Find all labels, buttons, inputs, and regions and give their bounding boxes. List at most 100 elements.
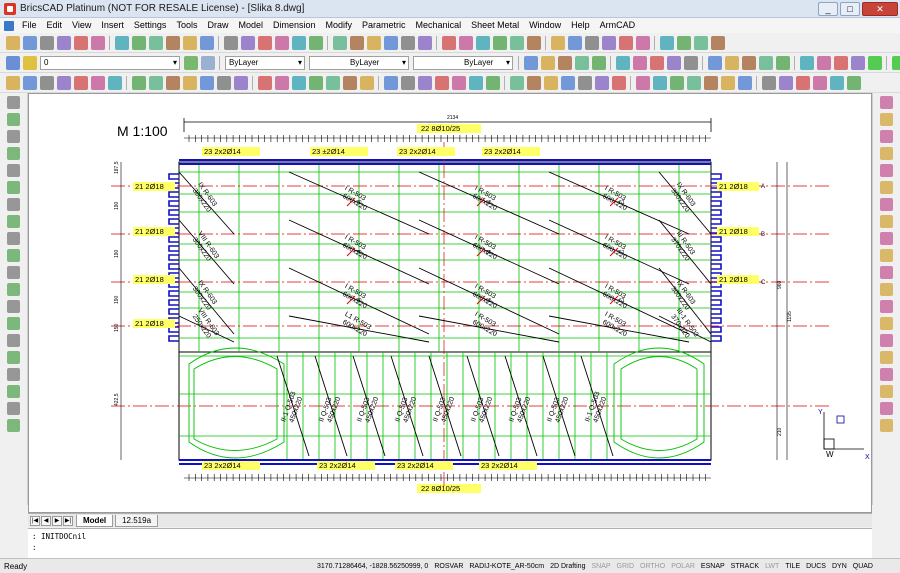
copy-icon[interactable] bbox=[90, 35, 105, 50]
status-toggle-rosvar[interactable]: ROSVAR bbox=[431, 563, 466, 570]
paste-icon[interactable] bbox=[829, 75, 844, 90]
zoom-icon[interactable] bbox=[7, 198, 20, 211]
print-icon[interactable] bbox=[417, 75, 432, 90]
zoom-icon[interactable] bbox=[526, 35, 541, 50]
undo-icon[interactable] bbox=[485, 75, 500, 90]
save-icon[interactable] bbox=[761, 75, 776, 90]
arc-icon[interactable] bbox=[257, 75, 272, 90]
menu-draw[interactable]: Draw bbox=[202, 18, 233, 33]
move-icon[interactable] bbox=[652, 75, 667, 90]
pan-icon[interactable] bbox=[880, 215, 893, 228]
linetype-combo[interactable]: ByLayer bbox=[309, 55, 409, 70]
line-icon[interactable] bbox=[216, 75, 231, 90]
move-icon[interactable] bbox=[291, 75, 306, 90]
open-icon[interactable] bbox=[816, 55, 831, 70]
copy-icon[interactable] bbox=[7, 130, 20, 143]
undo-icon[interactable] bbox=[492, 35, 507, 50]
copy-icon[interactable] bbox=[523, 55, 538, 70]
menu-view[interactable]: View bbox=[67, 18, 96, 33]
layer-icon[interactable] bbox=[880, 232, 893, 245]
arc-icon[interactable] bbox=[683, 55, 698, 70]
tab-layout[interactable]: 12.519a bbox=[115, 514, 159, 527]
zoom-icon[interactable] bbox=[165, 75, 180, 90]
menu-parametric[interactable]: Parametric bbox=[357, 18, 411, 33]
minimize-button[interactable]: _ bbox=[818, 2, 838, 16]
circle-icon[interactable] bbox=[233, 75, 248, 90]
menu-file[interactable]: File bbox=[17, 18, 42, 33]
menu-window[interactable]: Window bbox=[524, 18, 566, 33]
command-prompt[interactable]: : bbox=[32, 542, 868, 553]
menu-modify[interactable]: Modify bbox=[321, 18, 358, 33]
rotate-icon[interactable] bbox=[308, 35, 323, 50]
status-toggle-dyn[interactable]: DYN bbox=[829, 563, 850, 570]
move-icon[interactable] bbox=[724, 55, 739, 70]
status-toggle-polar[interactable]: POLAR bbox=[668, 563, 698, 570]
redo-icon[interactable] bbox=[509, 75, 524, 90]
cut-icon[interactable] bbox=[73, 75, 88, 90]
mirror-icon[interactable] bbox=[342, 75, 357, 90]
circle-icon[interactable] bbox=[880, 266, 893, 279]
menu-insert[interactable]: Insert bbox=[96, 18, 129, 33]
new-icon[interactable] bbox=[366, 35, 381, 50]
undo-icon[interactable] bbox=[131, 35, 146, 50]
undo-icon[interactable] bbox=[880, 164, 893, 177]
lineweight-combo[interactable]: ByLayer bbox=[413, 55, 513, 70]
copy-icon[interactable] bbox=[880, 130, 893, 143]
layer-manager-icon[interactable] bbox=[5, 55, 20, 70]
drawing-canvas[interactable]: M 1:100 2134 22 8Ø10/25 22 8Ø10/25 IX R-… bbox=[28, 93, 872, 513]
pan-icon[interactable] bbox=[7, 215, 20, 228]
last-tab-button[interactable]: ▶| bbox=[63, 515, 73, 526]
circle-icon[interactable] bbox=[240, 35, 255, 50]
redo-icon[interactable] bbox=[148, 75, 163, 90]
arc-icon[interactable] bbox=[611, 75, 626, 90]
tab-model[interactable]: Model bbox=[76, 514, 114, 527]
circle-icon[interactable] bbox=[666, 55, 681, 70]
paste-icon[interactable] bbox=[107, 75, 122, 90]
paste-icon[interactable] bbox=[114, 35, 129, 50]
status-toggle-tile[interactable]: TILE bbox=[782, 563, 803, 570]
paste-icon[interactable] bbox=[475, 35, 490, 50]
cut-icon[interactable] bbox=[880, 113, 893, 126]
scale-icon[interactable] bbox=[758, 55, 773, 70]
paste-icon[interactable] bbox=[7, 147, 20, 160]
menu-armcad[interactable]: ArmCAD bbox=[595, 18, 641, 33]
save-icon[interactable] bbox=[880, 419, 893, 432]
arc-icon[interactable] bbox=[257, 35, 272, 50]
pan-icon[interactable] bbox=[182, 75, 197, 90]
save-icon[interactable] bbox=[7, 419, 20, 432]
print-icon[interactable] bbox=[417, 35, 432, 50]
undo-icon[interactable] bbox=[557, 55, 572, 70]
save-icon[interactable] bbox=[833, 55, 848, 70]
paste-icon[interactable] bbox=[540, 55, 555, 70]
zoom-icon[interactable] bbox=[880, 198, 893, 211]
redo-icon[interactable] bbox=[7, 181, 20, 194]
hatch-icon[interactable] bbox=[707, 55, 722, 70]
scale-icon[interactable] bbox=[686, 75, 701, 90]
line-icon[interactable] bbox=[880, 249, 893, 262]
line-icon[interactable] bbox=[649, 55, 664, 70]
line-icon[interactable] bbox=[577, 75, 592, 90]
new-icon[interactable] bbox=[880, 385, 893, 398]
hatch-icon[interactable] bbox=[635, 35, 650, 50]
prev-tab-button[interactable]: ◀ bbox=[41, 515, 51, 526]
layer-icon[interactable] bbox=[7, 232, 20, 245]
command-line[interactable]: : INITDOCnil : bbox=[28, 528, 872, 558]
undo-icon[interactable] bbox=[7, 164, 20, 177]
mirror-icon[interactable] bbox=[880, 368, 893, 381]
pan-icon[interactable] bbox=[543, 75, 558, 90]
cad-drawing[interactable]: M 1:100 2134 22 8Ø10/25 22 8Ø10/25 IX R-… bbox=[29, 94, 872, 513]
open-icon[interactable] bbox=[7, 402, 20, 415]
new-icon[interactable] bbox=[7, 385, 20, 398]
scale-icon[interactable] bbox=[693, 35, 708, 50]
layer-icon[interactable] bbox=[199, 75, 214, 90]
layer-icon[interactable] bbox=[632, 55, 647, 70]
rotate-icon[interactable] bbox=[880, 334, 893, 347]
match-layer-icon[interactable] bbox=[183, 55, 198, 70]
print-icon[interactable] bbox=[7, 96, 20, 109]
new-icon[interactable] bbox=[799, 55, 814, 70]
first-tab-button[interactable]: |◀ bbox=[30, 515, 40, 526]
maximize-button[interactable]: □ bbox=[840, 2, 860, 16]
move-icon[interactable] bbox=[659, 35, 674, 50]
undo-icon[interactable] bbox=[846, 75, 861, 90]
new-icon[interactable] bbox=[5, 75, 20, 90]
